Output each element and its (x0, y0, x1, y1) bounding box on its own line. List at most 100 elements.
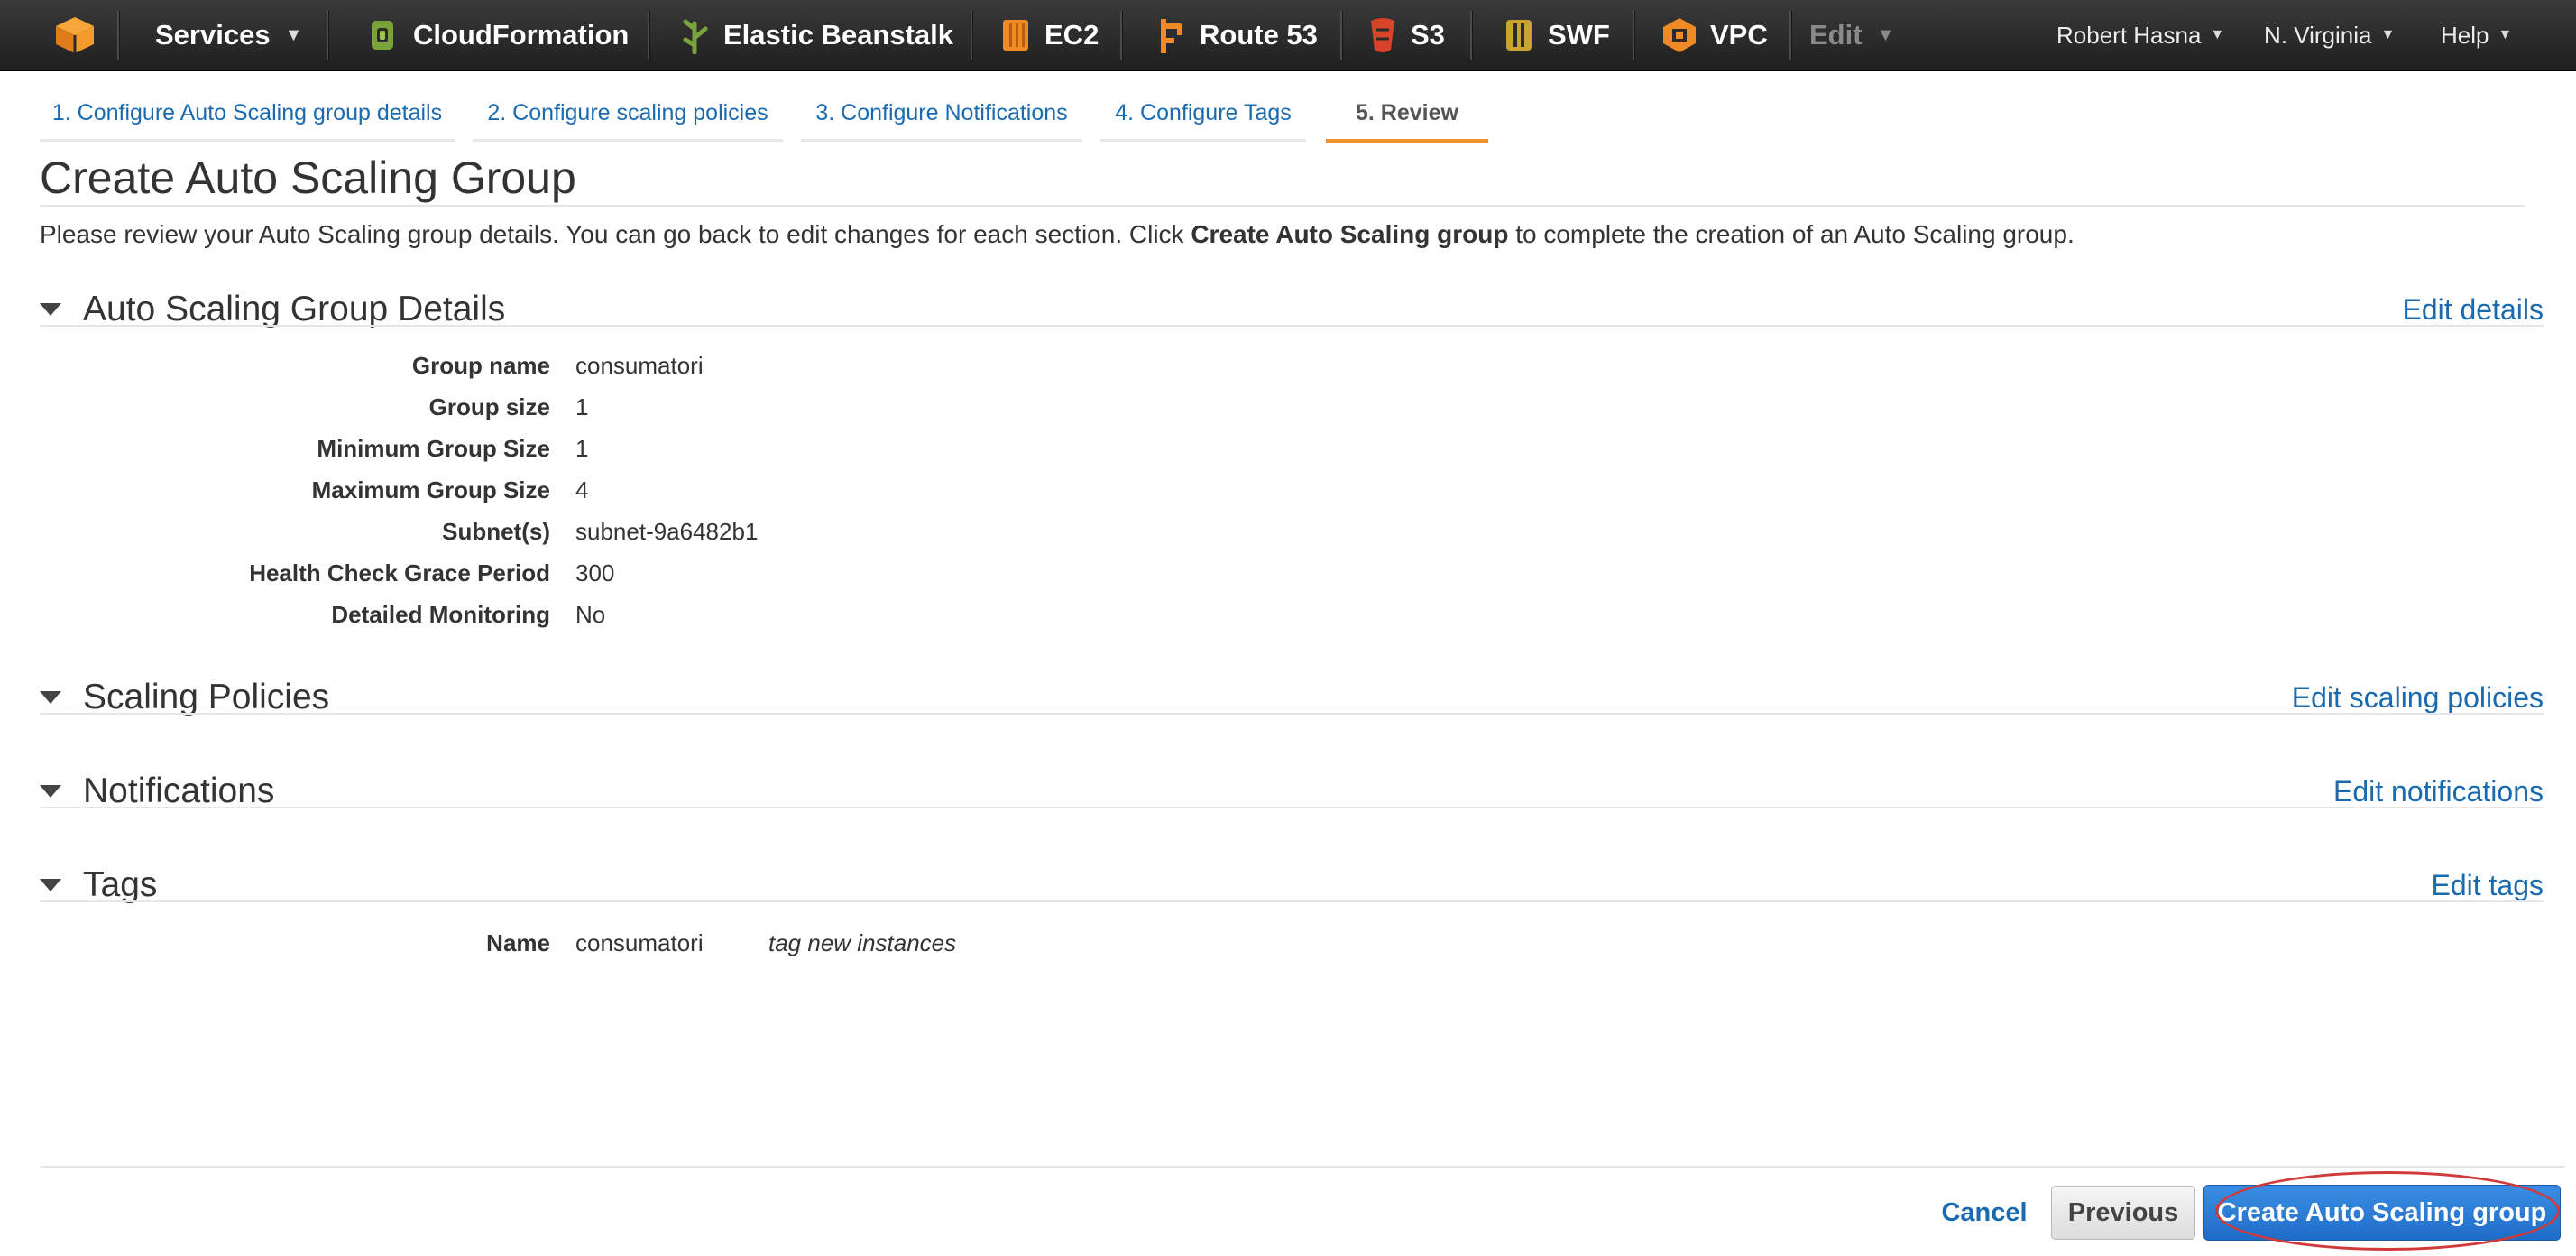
field-label: Detailed Monitoring (331, 601, 550, 628)
chevron-down-icon: ▼ (2498, 27, 2513, 42)
edit-notifications-link[interactable]: Edit notifications (2333, 775, 2544, 808)
edit-menu[interactable]: Edit ▼ (1809, 0, 1894, 70)
cloudformation-icon (372, 21, 393, 50)
review-intro-text: Please review your Auto Scaling group de… (40, 220, 2075, 249)
region-menu[interactable]: N. Virginia ▼ (2264, 0, 2395, 70)
section-title: Tags (83, 865, 158, 904)
nav-service-route53[interactable]: Route 53 (1151, 0, 1318, 70)
wizard-step-3-tab[interactable]: 3. Configure Notifications (801, 87, 1082, 142)
nav-separator (1789, 11, 1792, 60)
nav-service-label: VPC (1710, 19, 1768, 51)
collapse-triangle-icon[interactable] (40, 785, 61, 798)
vpc-icon (1663, 18, 1696, 52)
intro-text: Please review your Auto Scaling group de… (40, 220, 1191, 248)
cancel-button[interactable]: Cancel (1930, 1186, 2038, 1240)
nav-service-elastic-beanstalk[interactable]: Elastic Beanstalk (678, 0, 953, 70)
nav-service-vpc[interactable]: VPC (1661, 0, 1768, 70)
tag-key-label: Name (486, 929, 550, 956)
field-label: Health Check Grace Period (249, 559, 550, 586)
intro-text-end: to complete the creation of an Auto Scal… (1508, 220, 2075, 248)
field-label: Group size (428, 393, 550, 420)
nav-service-swf[interactable]: SWF (1503, 0, 1610, 70)
create-auto-scaling-group-button[interactable]: Create Auto Scaling group (2203, 1185, 2561, 1241)
aws-logo[interactable] (54, 0, 96, 70)
swf-icon (1506, 20, 1532, 51)
services-label: Services (155, 19, 271, 51)
nav-service-ec2[interactable]: EC2 (999, 0, 1099, 70)
nav-service-cloudformation[interactable]: CloudFormation (364, 0, 629, 70)
chevron-down-icon: ▼ (2210, 27, 2225, 42)
help-menu[interactable]: Help ▼ (2441, 0, 2512, 70)
collapse-triangle-icon[interactable] (40, 691, 61, 704)
nav-separator (117, 11, 120, 60)
wizard-step-label: 5. Review (1356, 99, 1458, 125)
aws-cube-icon (56, 17, 94, 53)
nav-separator (327, 11, 329, 60)
edit-tags-link[interactable]: Edit tags (2431, 869, 2544, 902)
nav-service-label: SWF (1548, 19, 1610, 51)
wizard-step-4-tab[interactable]: 4. Configure Tags (1100, 87, 1306, 142)
collapse-triangle-icon[interactable] (40, 879, 61, 891)
nav-separator (1633, 11, 1635, 60)
edit-scaling-policies-link[interactable]: Edit scaling policies (2292, 681, 2544, 715)
previous-button[interactable]: Previous (2051, 1186, 2195, 1240)
help-label: Help (2441, 21, 2489, 49)
section-title: Notifications (83, 771, 275, 810)
s3-icon (1371, 18, 1394, 52)
nav-separator (648, 11, 650, 60)
field-value: No (575, 601, 606, 628)
divider (40, 900, 2544, 902)
user-name: Robert Hasna (2056, 21, 2202, 49)
nav-service-label: Route 53 (1200, 19, 1318, 51)
footer-divider (40, 1166, 2565, 1168)
top-navigation-bar: Services ▼ CloudFormation Elastic Beanst… (0, 0, 2576, 71)
tag-propagate-note: tag new instances (768, 929, 957, 956)
wizard-step-2-tab[interactable]: 2. Configure scaling policies (473, 87, 783, 142)
field-label: Maximum Group Size (311, 476, 550, 503)
field-label: Minimum Group Size (317, 435, 550, 462)
elastic-beanstalk-icon (683, 19, 708, 54)
wizard-step-label: 2. Configure scaling policies (487, 99, 768, 125)
field-value: 1 (575, 435, 589, 462)
ec2-icon (1003, 20, 1028, 51)
user-menu[interactable]: Robert Hasna ▼ (2056, 0, 2224, 70)
divider (40, 325, 2544, 327)
field-value: subnet-9a6482b1 (575, 518, 759, 545)
divider (40, 713, 2544, 715)
field-label: Group name (411, 352, 550, 379)
nav-service-label: Elastic Beanstalk (723, 19, 954, 51)
chevron-down-icon: ▼ (284, 24, 303, 45)
nav-separator (971, 11, 973, 60)
intro-bold-text: Create Auto Scaling group (1191, 220, 1509, 248)
field-value: consumatori (575, 352, 704, 379)
route53-icon (1161, 19, 1182, 53)
wizard-step-label: 4. Configure Tags (1115, 99, 1292, 125)
nav-separator (1470, 11, 1473, 60)
wizard-step-1-tab[interactable]: 1. Configure Auto Scaling group details (40, 87, 455, 142)
edit-menu-label: Edit (1809, 19, 1863, 51)
nav-separator (1120, 11, 1123, 60)
nav-service-label: CloudFormation (413, 19, 630, 51)
nav-separator (1340, 11, 1343, 60)
region-name: N. Virginia (2264, 21, 2372, 49)
collapse-triangle-icon[interactable] (40, 303, 61, 316)
wizard-step-label: 3. Configure Notifications (815, 99, 1068, 125)
wizard-step-label: 1. Configure Auto Scaling group details (51, 99, 443, 125)
field-value: 300 (575, 559, 615, 586)
edit-details-link[interactable]: Edit details (2402, 293, 2544, 327)
services-menu[interactable]: Services ▼ (155, 0, 302, 70)
nav-service-s3[interactable]: S3 (1367, 0, 1445, 70)
nav-service-label: EC2 (1044, 19, 1099, 51)
section-title: Auto Scaling Group Details (83, 290, 506, 328)
wizard-step-5-tab[interactable]: 5. Review (1326, 87, 1488, 143)
tag-value: consumatori (575, 929, 704, 956)
field-label: Subnet(s) (442, 518, 550, 545)
divider (40, 205, 2525, 207)
field-value: 1 (575, 393, 589, 420)
divider (40, 807, 2544, 808)
chevron-down-icon: ▼ (1876, 24, 1895, 45)
page-title: Create Auto Scaling Group (40, 152, 576, 203)
chevron-down-icon: ▼ (2380, 27, 2396, 42)
field-value: 4 (575, 476, 589, 503)
nav-service-label: S3 (1411, 19, 1445, 51)
